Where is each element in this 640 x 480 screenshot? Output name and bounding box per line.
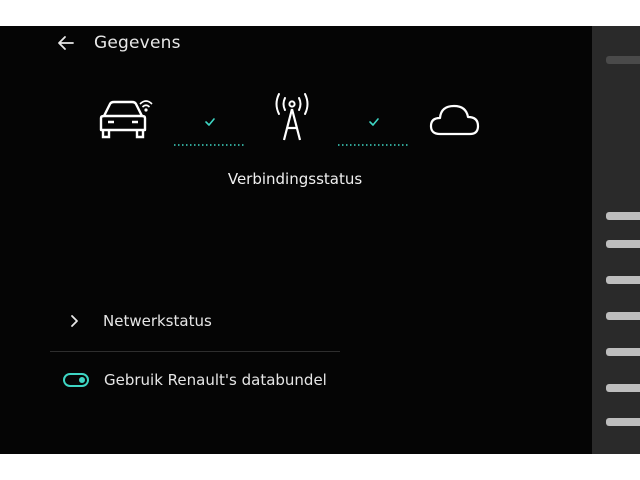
vent-slat — [606, 276, 640, 284]
vent-slat — [606, 384, 640, 392]
vent-slat — [606, 418, 640, 426]
data-bundle-label: Gebruik Renault's databundel — [104, 371, 327, 389]
chevron-right-icon — [62, 309, 86, 333]
vent-slat — [606, 212, 640, 220]
check-icon — [205, 118, 215, 126]
toggle-knob — [79, 377, 85, 383]
antenna-icon — [270, 90, 314, 146]
page-title: Gegevens — [94, 33, 181, 53]
dashboard-vent — [592, 26, 640, 454]
car-wifi-icon — [98, 94, 160, 146]
connection-link-1 — [174, 112, 246, 156]
connection-link-2 — [338, 112, 410, 156]
data-bundle-toggle[interactable] — [63, 373, 89, 387]
vent-slat — [606, 56, 640, 64]
divider — [50, 351, 340, 352]
display-screen: Gegevens Verbindingsstatus Netwerkstatus… — [0, 26, 592, 454]
network-status-label: Netwerkstatus — [103, 312, 212, 330]
vent-slat — [606, 240, 640, 248]
back-button[interactable] — [52, 29, 80, 57]
connection-diagram — [98, 90, 488, 150]
vent-slat — [606, 348, 640, 356]
cloud-icon — [428, 100, 482, 144]
vent-slat — [606, 312, 640, 320]
data-bundle-item[interactable]: Gebruik Renault's databundel — [52, 360, 352, 400]
network-status-item[interactable]: Netwerkstatus — [52, 301, 352, 341]
header: Gegevens — [52, 28, 181, 58]
arrow-left-icon — [58, 36, 74, 50]
check-icon — [369, 118, 379, 126]
connection-status-label: Verbindingsstatus — [227, 170, 363, 188]
